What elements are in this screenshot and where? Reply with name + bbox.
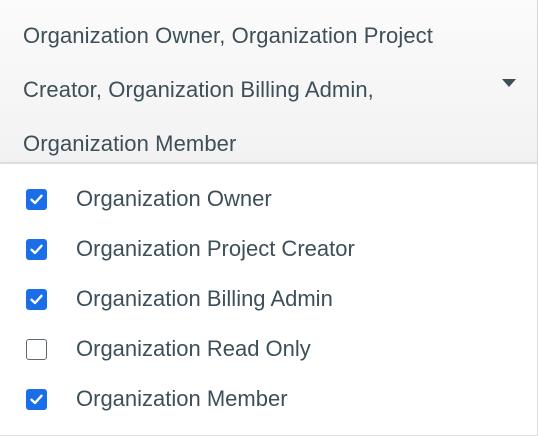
option-label: Organization Read Only: [76, 336, 311, 361]
roles-dropdown-menu: Organization Owner Organization Project …: [0, 162, 538, 436]
select-value-line: Organization Owner, Organization Project: [23, 23, 433, 48]
option-organization-billing-admin[interactable]: Organization Billing Admin: [0, 276, 537, 326]
option-label: Organization Billing Admin: [76, 286, 333, 311]
select-value-line: Creator, Organization Billing Admin,: [23, 77, 374, 102]
checkmark-icon: [30, 394, 43, 405]
option-label: Organization Member: [76, 386, 288, 411]
option-organization-member[interactable]: Organization Member: [0, 376, 537, 426]
option-label: Organization Owner: [76, 186, 272, 211]
roles-select-value: Organization Owner, Organization Project…: [23, 9, 493, 171]
checkmark-icon: [30, 294, 43, 305]
checkbox-checked[interactable]: [26, 389, 47, 410]
caret-down-icon[interactable]: [502, 79, 516, 87]
option-organization-project-creator[interactable]: Organization Project Creator: [0, 226, 537, 276]
checkbox-checked[interactable]: [26, 289, 47, 310]
role-multiselect: Organization Owner, Organization Project…: [0, 0, 538, 436]
checkbox-checked[interactable]: [26, 189, 47, 210]
checkmark-icon: [30, 194, 43, 205]
roles-option-list: Organization Owner Organization Project …: [0, 176, 537, 426]
option-organization-owner[interactable]: Organization Owner: [0, 176, 537, 226]
option-organization-read-only[interactable]: Organization Read Only: [0, 326, 537, 376]
roles-select-trigger[interactable]: Organization Owner, Organization Project…: [0, 0, 538, 162]
checkbox-checked[interactable]: [26, 239, 47, 260]
checkbox-unchecked[interactable]: [26, 339, 47, 360]
checkmark-icon: [30, 244, 43, 255]
option-label: Organization Project Creator: [76, 236, 355, 261]
